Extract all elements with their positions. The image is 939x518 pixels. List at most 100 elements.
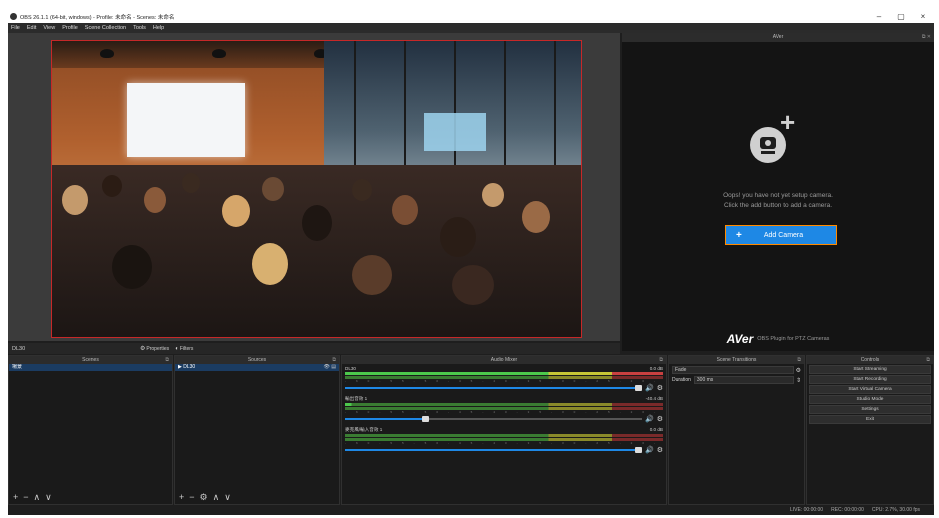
volume-slider[interactable]: [345, 447, 642, 453]
gear-icon[interactable]: ⚙: [657, 446, 663, 454]
obs-logo-icon: [10, 13, 17, 20]
aver-footer-text: OBS Plugin for PTZ Cameras: [757, 336, 830, 342]
scenes-title: Scenes: [82, 357, 99, 363]
filter-icon: ◐: [175, 345, 179, 352]
sources-title: Sources: [247, 357, 267, 363]
sources-footer: + − ⚙ ∧ ∨: [175, 490, 339, 504]
close-button[interactable]: ×: [912, 12, 934, 21]
aver-dock: AVer ⧉ ✕ + Oops! you have not yet setup …: [622, 33, 934, 351]
live-status: LIVE: 00:00:00: [790, 507, 824, 513]
audience: [52, 165, 581, 337]
aver-dock-header: AVer ⧉ ✕: [622, 33, 934, 42]
add-icon[interactable]: +: [13, 492, 18, 502]
slider-knob[interactable]: [635, 447, 642, 453]
window-titlebar: OBS 26.1.1 (64-bit, windows) - Profile: …: [8, 10, 934, 23]
dock-float-icon[interactable]: ⧉: [659, 356, 663, 364]
down-arrow-icon[interactable]: ∨: [224, 492, 231, 503]
properties-button[interactable]: ⚙ Properties: [140, 345, 169, 353]
cpu-status: CPU: 2.7%, 30.00 fps: [871, 507, 920, 513]
exit-button[interactable]: Exit: [809, 415, 931, 424]
track-db: 0.0 dB: [649, 366, 663, 371]
volume-slider[interactable]: [345, 416, 642, 422]
add-icon[interactable]: +: [179, 492, 184, 502]
aver-footer: AVer OBS Plugin for PTZ Cameras: [622, 327, 934, 351]
filters-button[interactable]: ◐ Filters: [175, 346, 193, 352]
spinner-icon[interactable]: ⇕: [796, 377, 801, 384]
up-arrow-icon[interactable]: ∧: [213, 492, 220, 503]
gear-icon[interactable]: ⚙: [657, 415, 663, 423]
gear-icon: ⚙: [140, 346, 146, 352]
track-name: DL30: [345, 366, 356, 371]
mixer-track-mic: 麥克風/輸入音效 1 0.0 dB -60-55-50-45-40-35-30-2…: [345, 427, 663, 454]
source-item[interactable]: ▶ DL30 👁 ▤: [175, 364, 339, 371]
dock-float-icon[interactable]: ⧉: [165, 356, 169, 364]
volume-meter: [345, 372, 663, 375]
scenes-footer: + − ∧ ∨: [9, 490, 172, 504]
up-arrow-icon[interactable]: ∧: [34, 492, 41, 503]
obs-main-window: AVer ⧉ ✕ + Oops! you have not yet setup …: [8, 33, 934, 515]
slider-knob[interactable]: [635, 385, 642, 391]
studio-mode-button[interactable]: Studio Mode: [809, 395, 931, 404]
controls-title: Controls: [860, 357, 880, 363]
scenes-dock: Scenes ⧉ 場景 + − ∧ ∨: [8, 355, 173, 505]
speaker-icon[interactable]: 🔊: [645, 415, 654, 423]
status-bar: LIVE: 00:00:00 REC: 00:00:00 CPU: 2.7%, …: [8, 505, 934, 515]
dock-float-icon[interactable]: ⧉: [332, 356, 336, 364]
add-camera-button[interactable]: + Add Camera: [725, 225, 837, 245]
menu-help[interactable]: Help: [153, 25, 164, 31]
plus-icon: +: [736, 229, 742, 241]
bottom-docks: Scenes ⧉ 場景 + − ∧ ∨ Sources ⧉ ▶ DL30 👁 ▤: [8, 355, 934, 515]
no-camera-message: Oops! you have not yet setup camera. Cli…: [723, 192, 833, 209]
controls-dock: Controls ⧉ Start Streaming Start Recordi…: [806, 355, 934, 505]
start-streaming-button[interactable]: Start Streaming: [809, 365, 931, 374]
start-recording-button[interactable]: Start Recording: [809, 375, 931, 384]
speaker-icon[interactable]: 🔊: [645, 446, 654, 454]
gear-icon[interactable]: ⚙: [200, 492, 208, 503]
down-arrow-icon[interactable]: ∨: [45, 492, 52, 503]
track-db: -40.4 dB: [645, 396, 663, 401]
menu-tools[interactable]: Tools: [133, 25, 146, 31]
sources-dock: Sources ⧉ ▶ DL30 👁 ▤ + − ⚙ ∧ ∨: [174, 355, 340, 505]
preview-area: [8, 33, 620, 341]
ptz-camera-add-icon: +: [746, 107, 806, 169]
transition-select[interactable]: Fade: [672, 366, 794, 374]
mixer-track-desktop-audio: 輸出音效 1 -40.4 dB -60-55-50-45-40-35-30-25-…: [345, 396, 663, 423]
speaker-icon[interactable]: 🔊: [645, 384, 654, 392]
dock-float-icon[interactable]: ⧉: [797, 356, 801, 364]
aver-logo: AVer: [726, 332, 754, 346]
volume-meter: [345, 403, 663, 406]
maximize-button[interactable]: ▢: [890, 12, 912, 21]
slider-knob[interactable]: [422, 416, 430, 422]
scene-item[interactable]: 場景: [9, 364, 172, 371]
menu-scene-collection[interactable]: Scene Collection: [85, 25, 126, 31]
dock-float-icon[interactable]: ⧉: [926, 356, 930, 364]
aver-dock-title: AVer: [772, 34, 784, 40]
projector-screen: [127, 83, 245, 157]
remove-icon[interactable]: −: [23, 492, 28, 502]
window-title: OBS 26.1.1 (64-bit, windows) - Profile: …: [20, 14, 175, 21]
track-db: 0.0 dB: [649, 427, 663, 432]
gear-icon[interactable]: ⚙: [796, 367, 801, 374]
menu-bar: File Edit View Profile Scene Collection …: [8, 23, 934, 33]
gear-icon[interactable]: ⚙: [657, 384, 663, 392]
track-name: 麥克風/輸入音效 1: [345, 427, 383, 432]
mixer-track-dl30: DL300.0 dB -60-55-50-45-40-35-30-25-20-1…: [345, 366, 663, 392]
menu-edit[interactable]: Edit: [27, 25, 36, 31]
settings-button[interactable]: Settings: [809, 405, 931, 414]
menu-file[interactable]: File: [11, 25, 20, 31]
dock-float-icon[interactable]: ⧉ ✕: [922, 33, 931, 42]
remove-icon[interactable]: −: [189, 492, 194, 502]
scene-transitions-dock: Scene Transitions ⧉ Fade ⚙ Duration 300 …: [668, 355, 805, 505]
duration-input[interactable]: 300 ms: [693, 376, 794, 384]
preview-canvas[interactable]: [51, 40, 582, 338]
volume-slider[interactable]: [345, 385, 642, 391]
start-virtual-camera-button[interactable]: Start Virtual Camera: [809, 385, 931, 394]
menu-view[interactable]: View: [43, 25, 55, 31]
minimize-button[interactable]: –: [868, 12, 890, 21]
add-camera-label: Add Camera: [763, 231, 804, 239]
rec-status: REC: 00:00:00: [831, 507, 864, 513]
audio-mixer-dock: Audio Mixer ⧉ DL30 0.0 dB -60-55-50-45-40…: [341, 355, 667, 505]
transitions-title: Scene Transitions: [716, 357, 757, 363]
menu-profile[interactable]: Profile: [62, 25, 78, 31]
eye-lock-icons[interactable]: 👁 ▤: [324, 364, 336, 371]
